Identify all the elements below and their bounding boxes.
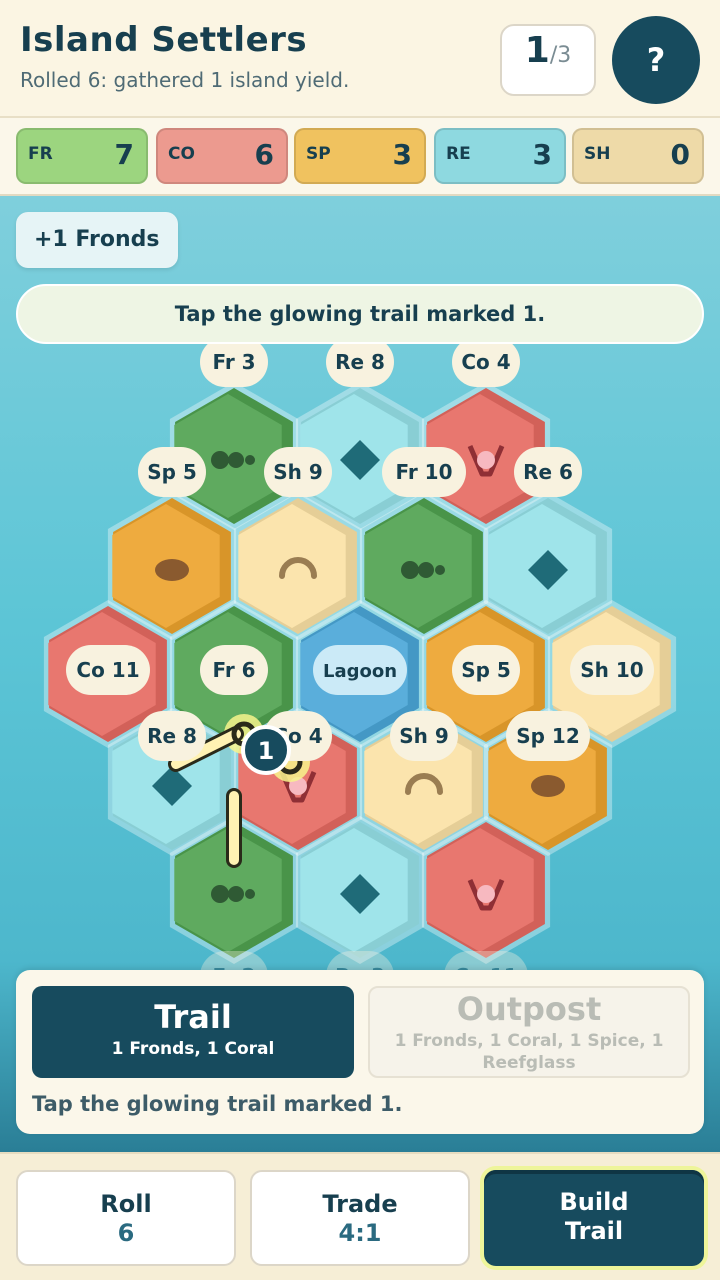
hex-number-label: Lagoon (313, 645, 407, 695)
roll-button[interactable]: Roll 6 (16, 1170, 236, 1266)
hex-label-text: Re 8 (335, 350, 385, 374)
hex-label-text: Sh 9 (399, 724, 449, 748)
hex-label-text: Sh 9 (273, 460, 323, 484)
action-bar: Roll 6 Trade 4:1 Build Trail (0, 1152, 720, 1280)
roll-value: 6 (117, 1219, 135, 1247)
spice-icon (155, 559, 189, 581)
hex-number-label: Re 8 (326, 337, 394, 387)
option-name: Trail (154, 998, 232, 1036)
resource-code: CO (168, 144, 195, 164)
game-title: Island Settlers (20, 20, 308, 60)
build-trail-button[interactable]: Build Trail (484, 1170, 704, 1266)
resource-fronds: FR 7 (16, 128, 148, 184)
hex-number-label: Co 11 (66, 645, 150, 695)
roll-label: Roll (100, 1190, 152, 1218)
resource-count: 3 (532, 138, 552, 171)
build-label-line1: Build (559, 1188, 629, 1216)
hex-label-text: Fr 3 (212, 350, 255, 374)
hex-number-label: Fr 10 (382, 447, 466, 497)
hex-number-label: Sh 9 (264, 447, 332, 497)
resource-coral: CO 6 (156, 128, 288, 184)
trade-value: 4:1 (338, 1219, 382, 1247)
hex-number-label: Co 4 (452, 337, 520, 387)
build-panel: Trail 1 Fronds, 1 Coral Outpost 1 Fronds… (16, 970, 704, 1134)
panel-hint: Tap the glowing trail marked 1. (32, 1092, 403, 1116)
hex-number-label: Re 8 (138, 711, 206, 761)
hex-label-text: Lagoon (323, 661, 397, 682)
resource-code: RE (446, 144, 471, 164)
trail-marker-number: 1 (258, 737, 275, 765)
resource-spice: SP 3 (294, 128, 426, 184)
hex-number-label: Fr 3 (200, 337, 268, 387)
hex-number-label: Fr 6 (200, 645, 268, 695)
option-cost: 1 Fronds, 1 Coral, 1 Spice, 1 Reefglass (394, 1031, 664, 1073)
hex-number-label: Sp 5 (452, 645, 520, 695)
hex-label-text: Fr 6 (212, 658, 255, 682)
hex-label-text: Sp 5 (461, 658, 511, 682)
trade-label: Trade (322, 1190, 398, 1218)
trail-marker[interactable]: 1 (241, 725, 291, 775)
resource-count: 6 (254, 138, 274, 171)
hex-number-label: Re 6 (514, 447, 582, 497)
turn-counter: 1/3 (500, 24, 596, 96)
option-cost: 1 Fronds, 1 Coral (111, 1039, 275, 1059)
hex-number-label: Sh 9 (390, 711, 458, 761)
trade-button[interactable]: Trade 4:1 (250, 1170, 470, 1266)
resource-code: SP (306, 144, 331, 164)
help-button[interactable]: ? (612, 16, 700, 104)
build-trail-option[interactable]: Trail 1 Fronds, 1 Coral (32, 986, 354, 1078)
resource-reefglass: RE 3 (434, 128, 566, 184)
header: Island Settlers Rolled 6: gathered 1 isl… (0, 0, 720, 118)
option-name: Outpost (456, 990, 602, 1028)
hex-number-label: Sh 10 (570, 645, 654, 695)
resource-shells: SH 0 (572, 128, 704, 184)
roll-status: Rolled 6: gathered 1 island yield. (20, 68, 350, 92)
hex-label-text: Co 4 (461, 350, 510, 374)
turn-current: 1 (524, 30, 550, 71)
instruction-banner: Tap the glowing trail marked 1. (16, 284, 704, 344)
turn-total: /3 (549, 43, 572, 68)
resource-code: SH (584, 144, 611, 164)
resource-count: 0 (670, 138, 690, 171)
build-label-line2: Trail (564, 1217, 624, 1245)
hex-number-label: Sp 12 (506, 711, 590, 761)
yield-toast: +1 Fronds (16, 212, 178, 268)
resource-count: 3 (392, 138, 412, 171)
hex-label-text: Sh 10 (580, 658, 643, 682)
hex-label-text: Co 11 (76, 658, 139, 682)
resource-code: FR (28, 144, 53, 164)
hex-label-text: Re 6 (523, 460, 573, 484)
hex-label-text: Re 8 (147, 724, 197, 748)
hex-number-label: Sp 5 (138, 447, 206, 497)
build-outpost-option[interactable]: Outpost 1 Fronds, 1 Coral, 1 Spice, 1 Re… (368, 986, 690, 1078)
spice-icon (531, 775, 565, 797)
hex-label-text: Sp 12 (516, 724, 580, 748)
resource-count: 7 (114, 138, 134, 171)
hex-label-text: Sp 5 (147, 460, 197, 484)
hex-label-text: Fr 10 (395, 460, 452, 484)
resource-bar: FR 7 CO 6 SP 3 RE 3 SH 0 (0, 118, 720, 196)
